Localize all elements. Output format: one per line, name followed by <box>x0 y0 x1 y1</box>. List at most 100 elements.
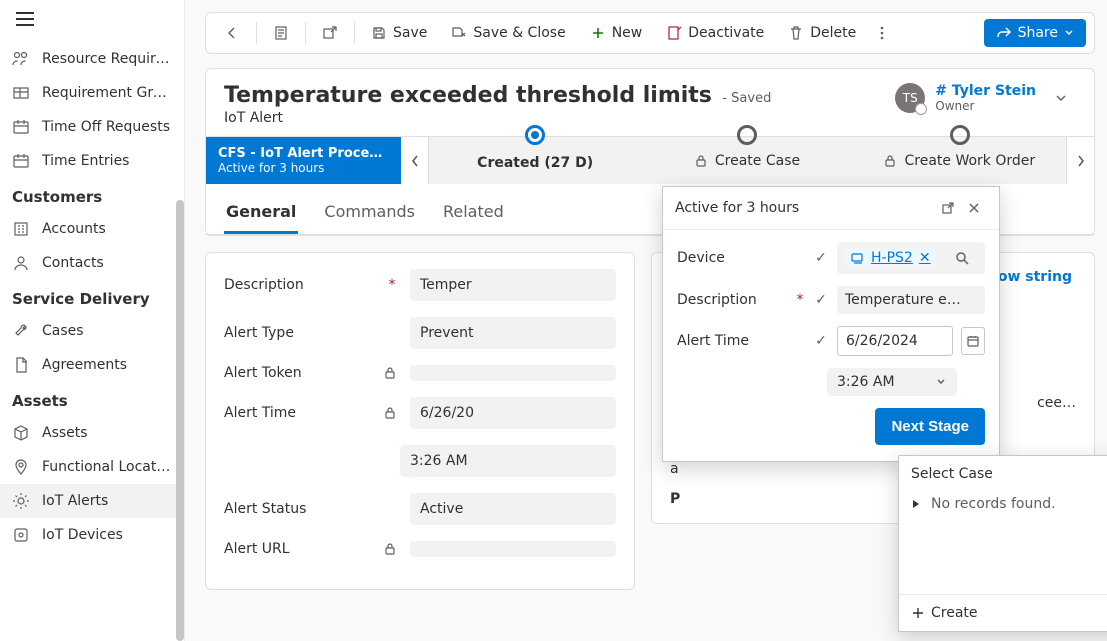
trash-icon <box>788 25 804 41</box>
next-stage-button[interactable]: Next Stage <box>875 408 985 445</box>
flyout-time-select[interactable]: 3:26 AM <box>827 368 957 396</box>
flyout-device-field[interactable]: H-PS2 ✕ <box>837 242 985 274</box>
lock-icon <box>884 155 896 167</box>
date-picker-button[interactable] <box>961 327 985 355</box>
section-service-delivery: Service Delivery <box>0 280 184 314</box>
save-button[interactable]: Save <box>361 19 437 47</box>
nav-resource-requirements[interactable]: Resource Require… <box>0 42 184 76</box>
new-label: New <box>612 25 643 41</box>
user-assign-icon <box>12 50 30 68</box>
alert-token-field <box>410 365 616 381</box>
record-entity: IoT Alert <box>224 110 771 126</box>
alert-time-time-field: 3:26 AM <box>400 445 616 477</box>
nav-time-off[interactable]: Time Off Requests <box>0 110 184 144</box>
back-button[interactable] <box>214 19 250 47</box>
person-icon <box>12 254 30 272</box>
flyout-popout-button[interactable] <box>935 197 961 219</box>
check-icon: ✓ <box>813 333 829 349</box>
new-button[interactable]: New <box>580 19 653 47</box>
lock-icon <box>384 543 400 555</box>
divider <box>256 22 257 44</box>
bpf-prev-button[interactable] <box>401 137 429 184</box>
plus-icon <box>590 25 606 41</box>
overflow-button[interactable] <box>870 19 894 47</box>
description-field[interactable]: Temper <box>410 269 616 301</box>
tab-related[interactable]: Related <box>441 196 506 234</box>
bpf-stage-create-case[interactable]: Create Case <box>641 137 853 184</box>
deactivate-label: Deactivate <box>688 25 764 41</box>
delete-button[interactable]: Delete <box>778 19 866 47</box>
nav-cases[interactable]: Cases <box>0 314 184 348</box>
share-label: Share <box>1018 25 1058 41</box>
nav-functional-locations[interactable]: Functional Locati… <box>0 450 184 484</box>
deactivate-button[interactable]: Deactivate <box>656 19 774 47</box>
tab-commands[interactable]: Commands <box>322 196 417 234</box>
divider <box>354 22 355 44</box>
create-button[interactable]: Create <box>911 605 978 621</box>
select-case-title: Select Case <box>899 456 1107 492</box>
open-new-window-button[interactable] <box>312 19 348 47</box>
nav-contacts[interactable]: Contacts <box>0 246 184 280</box>
form-selector-button[interactable] <box>263 19 299 47</box>
bpf-stage-created[interactable]: Created (27 D) <box>429 137 641 184</box>
plus-icon <box>911 606 925 620</box>
stage-indicator-icon <box>950 125 970 145</box>
nav-agreements[interactable]: Agreements <box>0 348 184 382</box>
device-chip-remove[interactable]: ✕ <box>919 250 931 266</box>
nav-assets[interactable]: Assets <box>0 416 184 450</box>
lookup-search-button[interactable] <box>955 251 977 265</box>
nav-requirement-groups[interactable]: Requirement Gro… <box>0 76 184 110</box>
hamburger-button[interactable] <box>0 0 184 42</box>
stage-flyout: Active for 3 hours Device ✓ H-PS2 <box>662 186 1000 462</box>
sidebar-scrollbar[interactable] <box>176 200 184 641</box>
section-customers: Customers <box>0 178 184 212</box>
nav-iot-alerts[interactable]: IoT Alerts <box>0 484 184 518</box>
lock-icon <box>695 155 707 167</box>
delete-label: Delete <box>810 25 856 41</box>
grid-icon <box>12 84 30 102</box>
required-marker: * <box>389 277 396 293</box>
alert-type-label: Alert Type <box>224 325 374 341</box>
bpf-stage-label: Create Case <box>715 153 800 169</box>
wrench-icon <box>12 322 30 340</box>
device-chip-label: H-PS2 <box>871 250 913 266</box>
deactivate-icon <box>666 25 682 41</box>
lock-icon <box>384 367 400 379</box>
flyout-close-button[interactable] <box>961 197 987 219</box>
device-chip[interactable]: H-PS2 ✕ <box>845 248 937 268</box>
save-close-label: Save & Close <box>473 25 565 41</box>
save-close-icon <box>451 25 467 41</box>
nav-accounts[interactable]: Accounts <box>0 212 184 246</box>
nav-label: Requirement Gro… <box>42 85 172 101</box>
bpf-stage-label: Create Work Order <box>904 153 1035 169</box>
owner-role: Owner <box>935 99 1036 113</box>
bpf-next-button[interactable] <box>1066 137 1094 184</box>
bpf-stage-create-work-order[interactable]: Create Work Order <box>854 137 1066 184</box>
form-left-column: Description * Temper Alert Type Prevent … <box>205 252 635 590</box>
share-button[interactable]: Share <box>984 19 1086 47</box>
nav-label: Assets <box>42 425 88 441</box>
owner-name[interactable]: # Tyler Stein <box>935 83 1036 99</box>
alert-url-label: Alert URL <box>224 541 374 557</box>
alert-type-field[interactable]: Prevent <box>410 317 616 349</box>
flyout-date-input[interactable]: 6/26/2024 <box>837 326 953 356</box>
nav-label: Contacts <box>42 255 104 271</box>
nav-iot-devices[interactable]: IoT Devices <box>0 518 184 552</box>
flyout-description-field[interactable]: Temperature e… <box>837 286 985 314</box>
bpf-header[interactable]: CFS - IoT Alert Process Fl… Active for 3… <box>206 137 401 184</box>
nav-time-entries[interactable]: Time Entries <box>0 144 184 178</box>
stage-indicator-active-icon <box>525 125 545 145</box>
owner-chevron[interactable] <box>1046 91 1076 105</box>
tab-general[interactable]: General <box>224 196 298 234</box>
nav-top-group: Resource Require… Requirement Gro… Time … <box>0 42 184 178</box>
alert-status-field[interactable]: Active <box>410 493 616 525</box>
save-close-button[interactable]: Save & Close <box>441 19 575 47</box>
alert-url-field <box>410 541 616 557</box>
nav-label: Time Off Requests <box>42 119 170 135</box>
alert-time-date-field: 6/26/20 <box>410 397 616 429</box>
save-label: Save <box>393 25 427 41</box>
bpf-name: CFS - IoT Alert Process Fl… <box>218 146 389 161</box>
flyout-description-label: Description <box>677 292 787 308</box>
bpf-status: Active for 3 hours <box>218 161 389 175</box>
owner-block[interactable]: TS # Tyler Stein Owner <box>895 83 1076 113</box>
